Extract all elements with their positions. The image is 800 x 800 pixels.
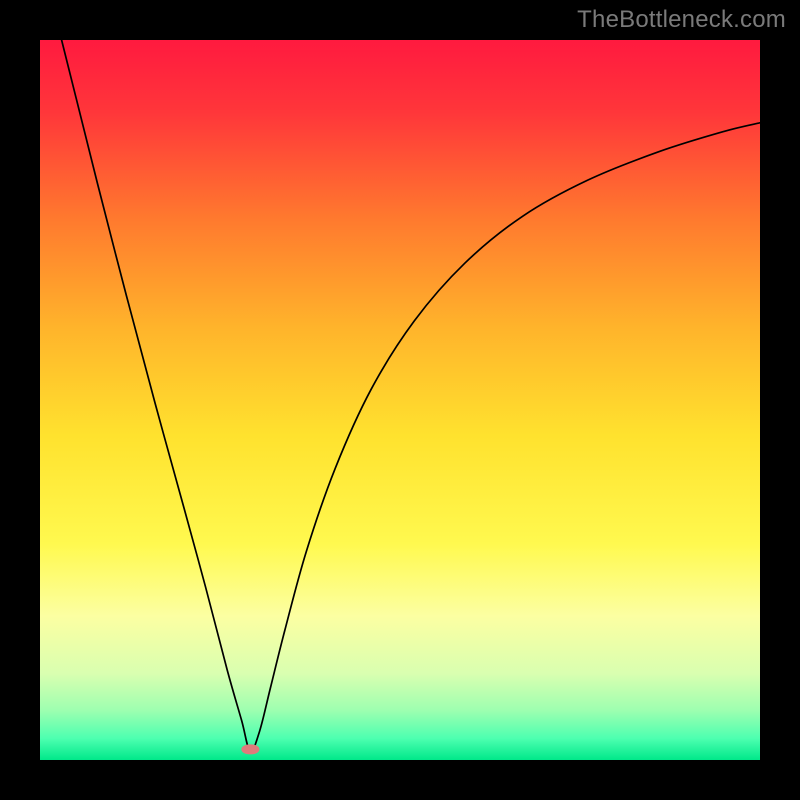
chart-frame: TheBottleneck.com [0, 0, 800, 800]
watermark-text: TheBottleneck.com [577, 6, 786, 34]
plot-area [40, 40, 760, 760]
curve-layer [40, 40, 760, 760]
bottleneck-curve [62, 40, 760, 752]
